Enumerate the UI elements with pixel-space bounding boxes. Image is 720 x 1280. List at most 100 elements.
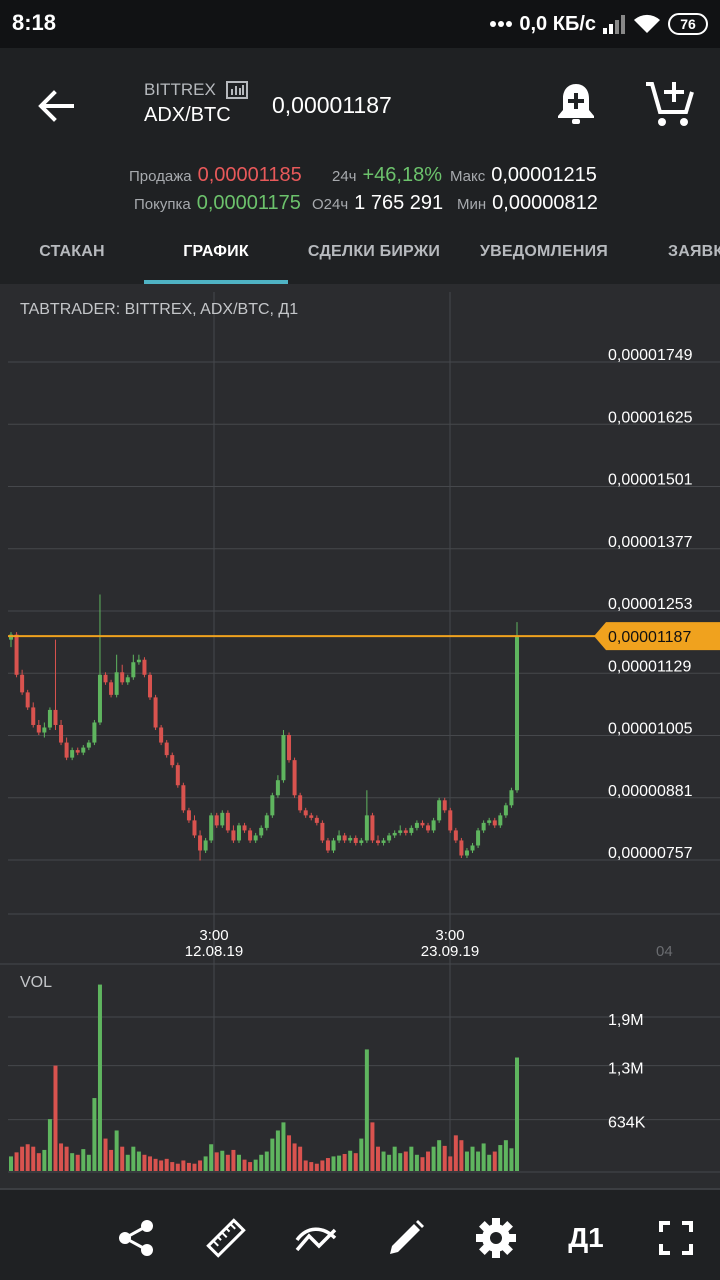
volume-bar: [92, 1098, 97, 1171]
candle-body: [225, 812, 230, 831]
share-button[interactable]: [114, 1216, 158, 1260]
timeframe-button[interactable]: Д1: [562, 1216, 610, 1260]
candle-body: [476, 830, 481, 846]
volume-bar: [253, 1159, 258, 1171]
volume-bar: [398, 1153, 403, 1171]
price-tick-label: 0,00001005: [608, 721, 693, 738]
candle-body: [337, 835, 342, 841]
volume-bar: [464, 1151, 469, 1171]
buy-value: 0,00001175: [196, 192, 301, 214]
candlestick-chart[interactable]: 0,00001749 0,00001625 0,00001501 0,00001377…: [0, 284, 720, 1188]
app-header: BITTREX ADX/BTC 0,00001187 Продажа 0,0000…: [0, 48, 720, 284]
time-tick-label: 3:00: [199, 927, 228, 944]
fullscreen-button[interactable]: [654, 1216, 698, 1260]
candle-body: [136, 659, 141, 663]
volume-bar: [353, 1153, 358, 1171]
ruler-button[interactable]: [204, 1216, 248, 1260]
volume-bar: [64, 1146, 69, 1171]
settings-button[interactable]: [474, 1216, 518, 1260]
tab-notifications[interactable]: УВЕДОМЛЕНИЯ: [474, 234, 614, 284]
add-to-cart-button[interactable]: [644, 78, 696, 130]
tab-chart[interactable]: ГРАФИК: [144, 234, 288, 284]
candle-body: [364, 815, 369, 841]
volume-bar: [42, 1149, 47, 1171]
volume-bar: [97, 984, 102, 1171]
pair-label: ADX/BTC: [144, 104, 231, 126]
candle-body: [331, 840, 336, 851]
min-row: Мин 0,00000812: [457, 192, 598, 215]
volume-bar: [198, 1160, 203, 1171]
volume-bar: [375, 1146, 380, 1171]
volume-bar: [492, 1151, 497, 1171]
candle-body: [487, 820, 492, 823]
volume-bar: [220, 1150, 225, 1171]
exchange-label: BITTREX: [144, 80, 216, 99]
draw-button[interactable]: [384, 1216, 428, 1260]
candle-body: [97, 674, 102, 723]
candle-body: [203, 840, 208, 851]
ruler-icon: [206, 1218, 246, 1258]
volume-bar: [409, 1146, 414, 1171]
tab-orders[interactable]: ЗАЯВК: [668, 234, 720, 284]
candle-body: [175, 765, 180, 786]
candle-body: [459, 840, 464, 856]
volume-bar: [20, 1146, 25, 1171]
tab-order-book[interactable]: СТАКАН: [0, 234, 144, 284]
candle-body: [370, 815, 375, 841]
candle-body: [453, 830, 458, 841]
candle-body: [270, 795, 275, 816]
status-time: 8:18: [12, 10, 57, 35]
pencil-icon: [390, 1220, 424, 1254]
volume-bar: [236, 1154, 241, 1171]
current-price-label: 0,00001187: [608, 629, 691, 646]
volume-bar: [287, 1135, 292, 1171]
candle-body: [248, 830, 253, 841]
change-label: 24ч: [332, 168, 357, 185]
volume-bar: [231, 1149, 236, 1171]
candle-body: [120, 672, 125, 683]
candle-body: [437, 800, 442, 821]
cart-plus-icon: [646, 82, 694, 126]
price-tick-label: 0,00001749: [608, 347, 693, 364]
candle-body: [153, 697, 158, 728]
volume-bar: [186, 1162, 191, 1171]
candle-body: [164, 742, 169, 756]
sell-label: Продажа: [129, 168, 192, 185]
candle-body: [464, 850, 469, 856]
volume-bar: [86, 1154, 91, 1171]
bottom-toolbar: Д1: [0, 1188, 720, 1280]
candle-body: [375, 840, 380, 843]
volume-bar: [148, 1156, 153, 1171]
indicators-button[interactable]: [294, 1216, 338, 1260]
price-tick-label: 0,00001501: [608, 472, 693, 489]
volume-bar: [53, 1065, 58, 1171]
volume-bar: [426, 1151, 431, 1171]
network-speed: 0,0 КБ/с: [519, 12, 596, 35]
dots-icon: [490, 21, 513, 27]
tab-trades[interactable]: СДЕЛКИ БИРЖИ: [296, 234, 452, 284]
max-value: 0,00001215: [491, 164, 597, 186]
candle-body: [259, 827, 264, 836]
price-tick-label: 0,00000757: [608, 845, 693, 862]
volume-bar: [164, 1158, 169, 1171]
candle-body: [209, 815, 214, 841]
candle-body: [292, 760, 297, 796]
candle-body: [481, 822, 486, 831]
sell-price-row: Продажа 0,00001185: [129, 164, 302, 187]
candle-body: [109, 682, 114, 695]
add-alert-button[interactable]: [552, 80, 600, 128]
volume-bar: [270, 1138, 275, 1171]
back-button[interactable]: [30, 80, 82, 132]
candle-body: [287, 735, 292, 761]
chart-area[interactable]: 0,00001749 0,00001625 0,00001501 0,00001377…: [0, 284, 720, 1188]
volume-bar: [331, 1156, 336, 1171]
candle-body: [264, 815, 269, 828]
volume-bar: [275, 1130, 280, 1171]
candle-body: [398, 830, 403, 833]
candle-body: [387, 835, 392, 841]
candle-body: [231, 830, 236, 841]
volume-bar: [292, 1143, 297, 1171]
volume-bar: [225, 1154, 230, 1171]
volume-bar: [281, 1122, 286, 1171]
volume-tick-label: 1,3M: [608, 1061, 644, 1078]
